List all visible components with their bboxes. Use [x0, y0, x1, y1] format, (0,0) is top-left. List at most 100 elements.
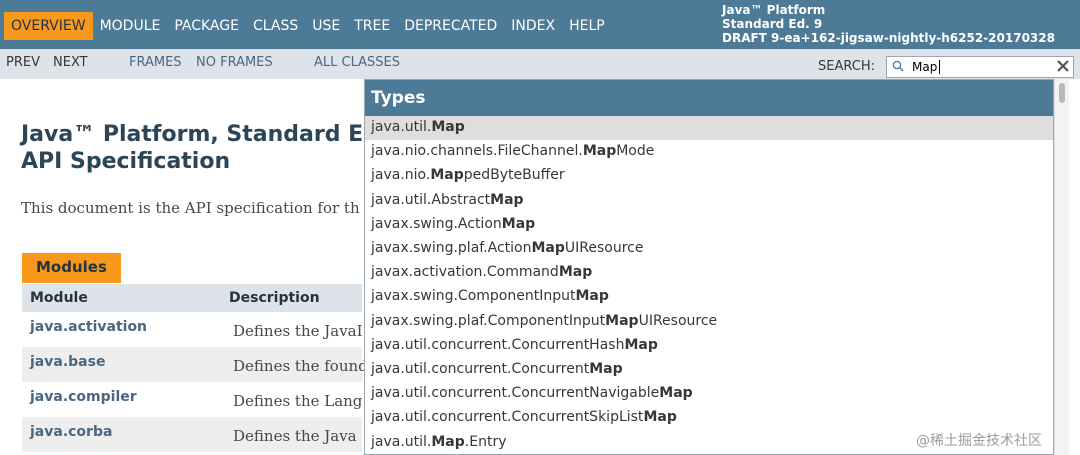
- result-text-prefix: javax.activation.Command: [371, 264, 559, 281]
- module-link[interactable]: java.compiler: [30, 389, 137, 405]
- result-text-prefix: java.util.concurrent.ConcurrentSkipList: [371, 409, 644, 426]
- nav-deprecated[interactable]: DEPRECATED: [397, 12, 504, 40]
- search-result-item[interactable]: java.nio.channels.FileChannel.MapMode: [365, 140, 1053, 164]
- nav-tree[interactable]: TREE: [347, 12, 397, 40]
- nav-index[interactable]: INDEX: [504, 12, 562, 40]
- search-result-item[interactable]: java.util.Map: [365, 116, 1053, 140]
- search-result-label: java.util.concurrent.ConcurrentNavigable…: [371, 385, 693, 401]
- result-text-match: Map: [659, 385, 693, 402]
- table-row: java.base Defines the found: [22, 347, 368, 382]
- result-text-match: Map: [431, 119, 465, 135]
- result-text-match: Map: [582, 143, 617, 160]
- result-text-match: Map: [490, 191, 524, 208]
- search-label: SEARCH:: [818, 59, 875, 74]
- result-text-prefix: java.util.Abstract: [371, 191, 491, 208]
- result-text-match: Map: [624, 336, 658, 353]
- search-result-item[interactable]: javax.swing.ActionMap: [365, 213, 1053, 237]
- module-description: Defines the found: [233, 357, 368, 375]
- search-result-label: java.util.concurrent.ConcurrentSkipListM…: [371, 409, 677, 425]
- search-result-label: java.util.Map.Entry: [371, 434, 506, 450]
- search-result-item[interactable]: java.util.concurrent.ConcurrentHashMap: [365, 334, 1053, 358]
- result-text-match: Map: [531, 240, 565, 256]
- reset-icon[interactable]: [1055, 58, 1071, 74]
- prev-link[interactable]: PREV: [6, 55, 40, 70]
- result-text-prefix: java.nio.: [371, 167, 431, 184]
- search-result-label: javax.activation.CommandMap: [371, 264, 592, 280]
- page-title-line2: API Specification: [21, 149, 231, 174]
- about-line-edition: Standard Ed. 9: [722, 17, 823, 31]
- result-text-suffix: pedByteBuffer: [463, 167, 565, 184]
- table-row: java.activation Defines the JavaI: [22, 312, 363, 347]
- result-text-match: Map: [575, 288, 609, 305]
- result-text-match: Map: [643, 409, 677, 426]
- search-result-label: javax.swing.plaf.ComponentInputMapUIReso…: [371, 313, 717, 329]
- search-result-item[interactable]: javax.activation.CommandMap: [365, 261, 1053, 285]
- search-result-item[interactable]: javax.swing.ComponentInputMap: [365, 285, 1053, 309]
- search-result-item[interactable]: javax.swing.plaf.ActionMapUIResource: [365, 237, 1053, 261]
- modules-tab: Modules: [22, 253, 121, 283]
- result-text-suffix: UIResource: [638, 312, 718, 329]
- result-text-prefix: java.util.concurrent.Concurrent: [371, 361, 590, 377]
- search-result-label: javax.swing.ActionMap: [371, 216, 535, 232]
- result-text-prefix: javax.swing.plaf.Action: [371, 240, 532, 256]
- nav-package[interactable]: PACKAGE: [167, 12, 246, 40]
- page-title: Java™ Platform, Standard E API Specifica…: [21, 121, 363, 175]
- about-line-platform: Java™ Platform: [722, 3, 826, 17]
- page-title-line1: Java™ Platform, Standard E: [21, 122, 364, 147]
- nav-class[interactable]: CLASS: [246, 12, 305, 40]
- col-module-header: Module: [30, 290, 88, 306]
- module-description: Defines the JavaI: [233, 322, 363, 340]
- search-result-label: java.util.Map: [371, 119, 465, 135]
- search-result-label: javax.swing.plaf.ActionMapUIResource: [371, 240, 643, 256]
- search-result-label: java.util.concurrent.ConcurrentMap: [371, 361, 623, 377]
- intro-text: This document is the API specification f…: [21, 199, 360, 217]
- next-link[interactable]: NEXT: [53, 55, 88, 70]
- frames-link[interactable]: FRAMES: [129, 55, 182, 70]
- nav-use[interactable]: USE: [305, 12, 347, 40]
- nav-overview[interactable]: OVERVIEW: [4, 12, 93, 40]
- result-text-suffix: .Entry: [464, 433, 507, 450]
- module-link[interactable]: java.corba: [30, 424, 112, 440]
- result-text-prefix: java.util.: [371, 433, 432, 450]
- search-value: Map: [912, 60, 938, 74]
- search-result-item[interactable]: java.util.concurrent.ConcurrentMap: [365, 358, 1053, 382]
- search-input[interactable]: Map: [886, 56, 1074, 78]
- all-classes-link[interactable]: ALL CLASSES: [314, 55, 400, 70]
- top-navbar: OVERVIEW MODULE PACKAGE CLASS USE TREE D…: [0, 0, 1080, 49]
- search-result-label: java.util.AbstractMap: [371, 192, 524, 208]
- search-result-item[interactable]: java.nio.MappedByteBuffer: [365, 164, 1053, 188]
- col-description-header: Description: [229, 290, 320, 306]
- module-description: Defines the Java: [233, 427, 357, 445]
- result-text-suffix: Mode: [616, 143, 655, 160]
- results-category-header: Types: [365, 80, 1053, 116]
- text-caret: [939, 60, 940, 74]
- about-language: Java™ Platform Standard Ed. 9 DRAFT 9-ea…: [722, 3, 1055, 45]
- scrollbar-thumb[interactable]: [1059, 83, 1065, 103]
- result-text-prefix: java.util.: [371, 119, 432, 135]
- result-text-prefix: java.nio.channels.FileChannel.: [371, 143, 583, 160]
- search-result-label: java.nio.MappedByteBuffer: [371, 167, 565, 183]
- module-link[interactable]: java.activation: [30, 319, 147, 335]
- result-text-prefix: javax.swing.ComponentInput: [371, 288, 576, 305]
- result-text-match: Map: [501, 215, 536, 232]
- watermark-text: @稀土掘金技术社区: [916, 433, 1042, 449]
- search-result-item[interactable]: javax.swing.plaf.ComponentInputMapUIReso…: [365, 310, 1053, 334]
- result-text-match: Map: [605, 312, 639, 329]
- module-link[interactable]: java.base: [30, 354, 105, 370]
- table-row: java.corba Defines the Java: [22, 417, 362, 452]
- modules-table-header: Module Description: [22, 284, 362, 312]
- search-result-label: java.util.concurrent.ConcurrentHashMap: [371, 337, 658, 353]
- search-icon: [892, 60, 904, 72]
- result-text-prefix: java.util.concurrent.ConcurrentNavigable: [371, 385, 660, 402]
- search-result-item[interactable]: java.util.concurrent.ConcurrentSkipListM…: [365, 406, 1053, 430]
- about-line-build: DRAFT 9-ea+162-jigsaw-nightly-h6252-2017…: [722, 31, 1055, 45]
- search-results-dropdown: Types java.util.Map java.nio.channels.Fil…: [364, 79, 1054, 455]
- top-nav-list: OVERVIEW MODULE PACKAGE CLASS USE TREE D…: [4, 12, 612, 40]
- no-frames-link[interactable]: NO FRAMES: [196, 55, 273, 70]
- nav-help[interactable]: HELP: [562, 12, 612, 40]
- search-result-item[interactable]: java.util.concurrent.ConcurrentNavigable…: [365, 382, 1053, 406]
- search-result-item[interactable]: java.util.AbstractMap: [365, 189, 1053, 213]
- nav-module[interactable]: MODULE: [93, 12, 168, 40]
- dropdown-scrollbar[interactable]: [1054, 79, 1069, 455]
- results-category-label: Types: [371, 88, 426, 108]
